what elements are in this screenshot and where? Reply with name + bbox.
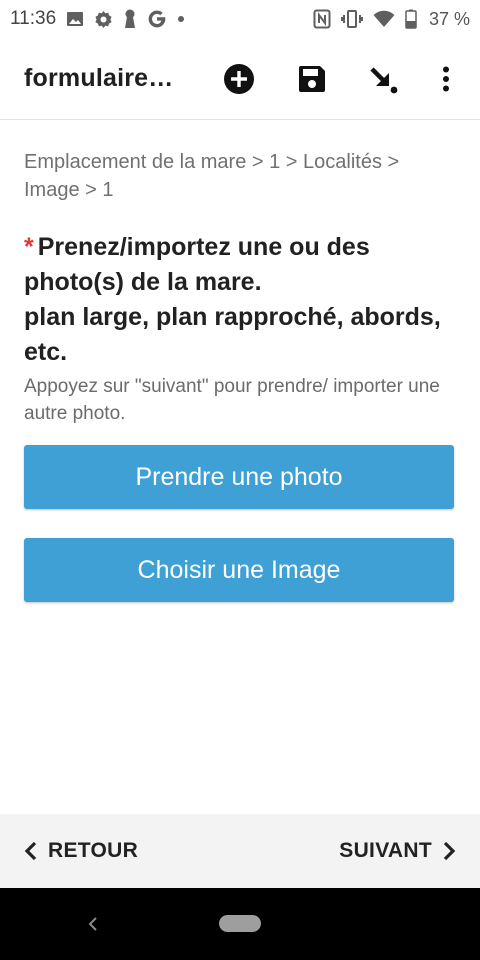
battery-icon xyxy=(405,9,417,29)
wifi-icon xyxy=(373,10,395,28)
chevron-left-icon xyxy=(24,841,37,861)
system-home-pill[interactable] xyxy=(219,915,261,932)
notification-dot-icon xyxy=(177,15,185,23)
keyhole-icon xyxy=(123,9,137,29)
google-icon xyxy=(147,9,167,29)
next-label: SUIVANT xyxy=(339,839,432,862)
jump-arrow-icon xyxy=(370,67,398,94)
battery-level: 37 % xyxy=(428,8,470,29)
settings-gear-icon xyxy=(94,10,113,29)
vibrate-icon xyxy=(340,9,363,29)
question-content: Emplacement de la mare > 1 > Localités >… xyxy=(24,120,456,602)
required-marker: * xyxy=(24,233,34,261)
question-line-2: plan large, plan rapproché, abords, etc. xyxy=(24,303,441,366)
add-circle-icon xyxy=(224,64,254,94)
jump-to-question-button[interactable] xyxy=(366,61,402,97)
question-hint: Appoyez sur "suivant" pour prendre/ impo… xyxy=(24,376,440,424)
image-icon xyxy=(66,10,84,28)
status-time: 11:36 xyxy=(10,8,57,29)
status-right: 37 % xyxy=(313,9,470,30)
form-navigation-bar: RETOUR SUIVANT xyxy=(0,814,480,888)
save-icon xyxy=(299,66,325,92)
choose-image-button[interactable]: Choisir une Image xyxy=(24,538,454,602)
add-repeat-button[interactable] xyxy=(221,61,257,97)
take-photo-button[interactable]: Prendre une photo xyxy=(24,445,454,509)
more-vertical-icon xyxy=(443,66,449,92)
status-left: 11:36 xyxy=(10,8,185,30)
status-bar: 11:36 37 % xyxy=(0,0,480,38)
back-label: RETOUR xyxy=(48,839,139,862)
question-line-1: Prenez/importez une ou des photo(s) de l… xyxy=(24,233,370,296)
question-label: * Prenez/importez une ou des photo(s) de … xyxy=(24,230,456,370)
overflow-menu-button[interactable] xyxy=(428,61,464,97)
nfc-icon xyxy=(313,9,331,29)
next-button[interactable]: SUIVANT xyxy=(339,839,456,863)
save-button[interactable] xyxy=(294,61,330,97)
system-back-icon xyxy=(88,917,97,931)
form-title: formulaire… xyxy=(24,64,174,92)
breadcrumb: Emplacement de la mare > 1 > Localités >… xyxy=(24,151,400,201)
app-bar: formulaire… xyxy=(0,38,480,120)
back-button[interactable]: RETOUR xyxy=(24,839,138,863)
chevron-right-icon xyxy=(443,841,456,861)
system-back-button[interactable] xyxy=(84,914,104,934)
